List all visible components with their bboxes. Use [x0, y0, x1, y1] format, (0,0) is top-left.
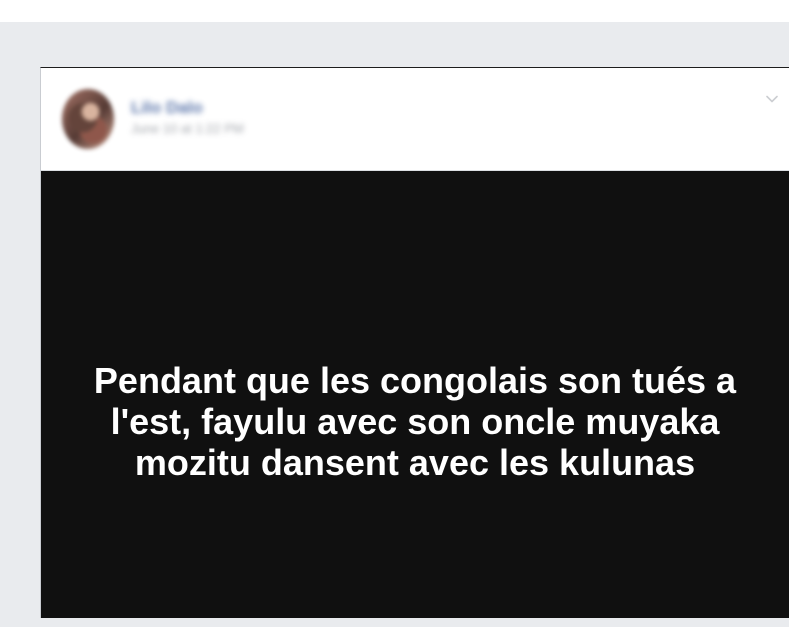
post-timestamp[interactable]: June 10 at 1:22 PM: [131, 122, 244, 136]
author-name-link[interactable]: Lilo Dalo: [131, 99, 203, 117]
post-options-button[interactable]: [765, 92, 779, 106]
chevron-down-icon: [766, 95, 778, 103]
post-image-text-block: Pendant que les congolais son tués a l'e…: [41, 171, 789, 618]
post-meta: Lilo Dalo June 10 at 1:22 PM: [131, 99, 391, 141]
post-body-text: Pendant que les congolais son tués a l'e…: [93, 359, 737, 483]
post-card: Lilo Dalo June 10 at 1:22 PM Pendant que…: [40, 67, 789, 618]
post-header: Lilo Dalo June 10 at 1:22 PM: [41, 68, 789, 171]
avatar[interactable]: [62, 89, 114, 149]
